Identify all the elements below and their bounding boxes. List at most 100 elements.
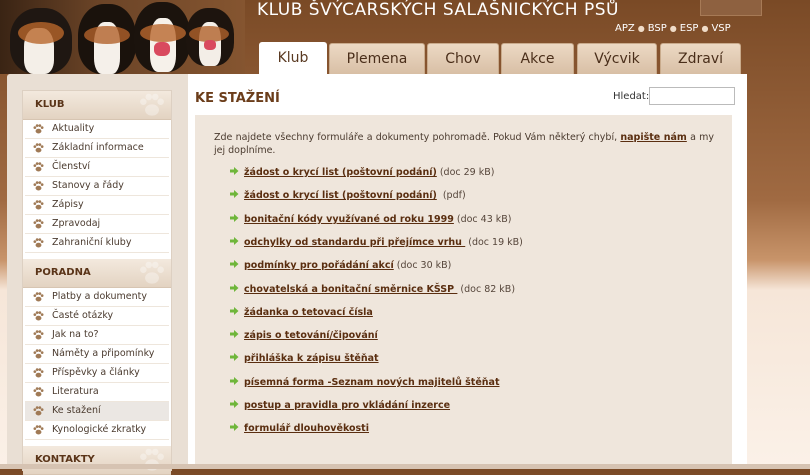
sidebar-heading-label: KLUB — [35, 99, 65, 110]
club-links: APZ ● BSP ● ESP ● VSP — [614, 23, 732, 34]
search-input[interactable] — [649, 87, 735, 105]
sidebar-item-label: Příspěvky a články — [52, 367, 140, 378]
arrow-right-icon — [230, 260, 239, 268]
sidebar-item[interactable]: Aktuality — [25, 120, 169, 139]
club-link-apz[interactable]: APZ — [615, 23, 635, 34]
arrow-right-icon — [230, 307, 239, 315]
sidebar-item-label: Zápisy — [52, 199, 84, 210]
tab-chov[interactable]: Chov — [427, 43, 499, 74]
paw-icon — [33, 368, 44, 378]
sidebar-item-label: Ke stažení — [52, 405, 101, 416]
sidebar-item[interactable]: Náměty a připomínky — [25, 345, 169, 364]
header-corner-box — [700, 0, 762, 16]
sidebar-item[interactable]: Příspěvky a články — [25, 364, 169, 383]
intro-text: Zde najdete všechny formuláře a dokument… — [214, 131, 714, 157]
paw-icon — [140, 261, 164, 284]
document-link[interactable]: žádost o krycí list (poštovní podání) — [244, 167, 437, 178]
document-item: žádost o krycí list (poštovní podání) (p… — [229, 189, 466, 203]
paw-icon — [33, 292, 44, 302]
document-meta: (doc 82 kB) — [460, 284, 516, 295]
search-label: Hledat: — [613, 91, 650, 102]
document-item: žádost o krycí list (poštovní podání) (do… — [229, 166, 494, 180]
document-link[interactable]: postup a pravidla pro vkládání inzerce — [244, 400, 450, 411]
sidebar-item-label: Zpravodaj — [52, 218, 101, 229]
sidebar-item-label: Členství — [52, 161, 91, 172]
tab-zdravi[interactable]: Zdraví — [660, 43, 741, 74]
tab-plemena[interactable]: Plemena — [329, 43, 425, 74]
document-link[interactable]: žádost o krycí list (poštovní podání) — [244, 190, 437, 201]
paw-icon: ● — [701, 24, 709, 33]
document-link[interactable]: žádanka o tetovací čísla — [244, 307, 373, 318]
arrow-right-icon — [230, 400, 239, 408]
sidebar: KLUB Aktuality Základní informace Členství S… — [22, 90, 172, 475]
sidebar-item[interactable]: Základní informace — [25, 139, 169, 158]
document-meta: (pdf) — [439, 190, 466, 201]
sidebar-item[interactable]: Časté otázky — [25, 307, 169, 326]
document-item: odchylky od standardu při přejímce vrhu … — [229, 236, 523, 250]
site-title: KLUB ŠVÝCARSKÝCH SALAŠNICKÝCH PSŮ — [257, 0, 619, 20]
contact-link[interactable]: napište nám — [620, 132, 686, 143]
document-link[interactable]: bonitační kódy využívané od roku 1999 — [244, 214, 454, 225]
sidebar-item[interactable]: Stanovy a řády — [25, 177, 169, 196]
sidebar-item[interactable]: Zpravodaj — [25, 215, 169, 234]
document-link[interactable]: přihláška k zápisu štěňat — [244, 353, 379, 364]
paw-icon — [33, 349, 44, 359]
paw-icon — [33, 330, 44, 340]
sidebar-item[interactable]: Kynologické zkratky — [25, 421, 169, 440]
document-item: bonitační kódy využívané od roku 1999 (do… — [229, 213, 512, 227]
document-meta: (doc 30 kB) — [396, 260, 452, 271]
paw-icon — [33, 219, 44, 229]
arrow-right-icon — [230, 353, 239, 361]
paw-icon — [33, 425, 44, 435]
sidebar-item-label: Jak na to? — [52, 329, 99, 340]
arrow-right-icon — [230, 190, 239, 198]
arrow-right-icon — [230, 214, 239, 222]
document-item: písemná forma -Seznam nových majitelů št… — [229, 376, 503, 390]
document-link[interactable]: písemná forma -Seznam nových majitelů št… — [244, 377, 500, 388]
page-title: KE STAŽENÍ — [195, 91, 280, 106]
sidebar-item-label: Náměty a připomínky — [52, 348, 155, 359]
club-link-bsp[interactable]: BSP — [648, 23, 667, 34]
document-meta: (doc 29 kB) — [439, 167, 495, 178]
document-link[interactable]: podmínky pro pořádání akcí — [244, 260, 394, 271]
arrow-right-icon — [230, 237, 239, 245]
club-link-esp[interactable]: ESP — [680, 23, 699, 34]
document-item: postup a pravidla pro vkládání inzerce — [229, 399, 453, 413]
document-link[interactable]: odchylky od standardu při přejímce vrhu — [244, 237, 465, 248]
club-link-vsp[interactable]: VSP — [711, 23, 730, 34]
paw-icon — [33, 124, 44, 134]
tab-klub[interactable]: Klub — [259, 42, 327, 75]
arrow-right-icon — [230, 330, 239, 338]
sidebar-item-label: Kynologické zkratky — [52, 424, 147, 435]
paw-icon — [33, 200, 44, 210]
document-item: podmínky pro pořádání akcí (doc 30 kB) — [229, 259, 451, 273]
document-item: formulář dlouhověkosti — [229, 422, 372, 436]
sidebar-item[interactable]: Platby a dokumenty — [25, 288, 169, 307]
sidebar-item-label: Zahraniční kluby — [52, 237, 132, 248]
sidebar-item-label: Stanovy a řády — [52, 180, 124, 191]
sidebar-heading-label: PORADNA — [35, 267, 91, 278]
paw-icon: ● — [637, 24, 645, 33]
sidebar-item[interactable]: Ke stažení — [25, 402, 169, 421]
arrow-right-icon — [230, 423, 239, 431]
sidebar-item[interactable]: Literatura — [25, 383, 169, 402]
tab-akce[interactable]: Akce — [501, 43, 574, 74]
tab-vycvik[interactable]: Výcvik — [577, 43, 657, 74]
sidebar-item[interactable]: Členství — [25, 158, 169, 177]
sidebar-heading: KLUB — [23, 91, 171, 120]
document-link[interactable]: formulář dlouhověkosti — [244, 423, 369, 434]
paw-icon — [33, 238, 44, 248]
document-link[interactable]: chovatelská a bonitační směrnice KŠSP — [244, 284, 457, 295]
sidebar-heading: KONTAKTY — [23, 446, 171, 475]
paw-icon — [33, 387, 44, 397]
sidebar-item[interactable]: Zápisy — [25, 196, 169, 215]
sidebar-item-label: Literatura — [52, 386, 99, 397]
document-meta: (doc 19 kB) — [468, 237, 523, 248]
sidebar-item[interactable]: Zahraniční kluby — [25, 234, 169, 253]
arrow-right-icon — [230, 377, 239, 385]
sidebar-item[interactable]: Jak na to? — [25, 326, 169, 345]
document-link[interactable]: zápis o tetování/čipování — [244, 330, 378, 341]
arrow-right-icon — [230, 284, 239, 292]
sidebar-item-label: Základní informace — [52, 142, 144, 153]
site-header: KLUB ŠVÝCARSKÝCH SALAŠNICKÝCH PSŮ APZ ● BS… — [0, 0, 810, 76]
